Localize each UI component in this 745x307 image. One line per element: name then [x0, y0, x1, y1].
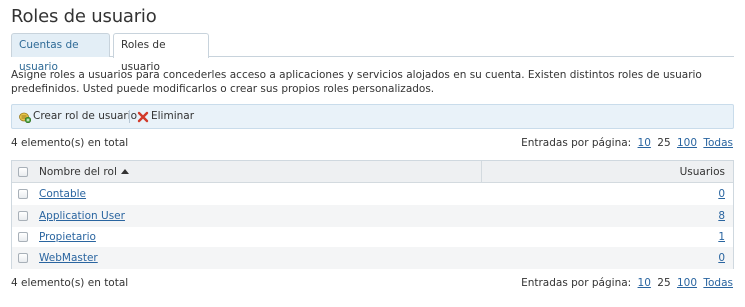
role-name-link[interactable]: Contable — [39, 183, 86, 205]
page-title: Roles de usuario — [11, 6, 157, 27]
table-row: Propietario 1 — [12, 226, 733, 248]
pager-option-all[interactable]: Todas — [703, 137, 733, 149]
row-checkbox[interactable] — [18, 253, 28, 263]
add-role-icon — [19, 112, 31, 123]
pager-label: Entradas por página: — [521, 137, 632, 149]
tab-cuentas-de-usuario[interactable]: Cuentas de usuario — [11, 33, 110, 73]
create-role-button[interactable]: Crear rol de usuario — [19, 105, 137, 128]
delete-x-icon — [137, 111, 149, 123]
pager-label: Entradas por página: — [521, 277, 632, 289]
role-name-link[interactable]: Application User — [39, 205, 125, 227]
select-all-checkbox[interactable] — [18, 167, 28, 177]
role-users-link[interactable]: 0 — [718, 183, 725, 205]
table-row: WebMaster 0 — [12, 247, 733, 269]
pager-option-25-current: 25 — [657, 137, 671, 149]
role-users-link[interactable]: 1 — [718, 226, 725, 248]
tab-bar: Cuentas de usuario Roles de usuario — [11, 33, 734, 73]
toolbar-divider — [129, 110, 130, 123]
sort-ascending-icon — [120, 169, 129, 174]
tab-roles-de-usuario[interactable]: Roles de usuario — [113, 33, 209, 73]
column-header-users[interactable]: Usuarios — [680, 161, 725, 183]
table-row: Contable 0 — [12, 183, 733, 205]
pager-option-100[interactable]: 100 — [677, 277, 697, 289]
row-checkbox[interactable] — [18, 211, 28, 221]
pager-top: Entradas por página: 10 25 100 Todas — [521, 137, 733, 149]
pager-option-25-current: 25 — [657, 277, 671, 289]
roles-table: Nombre del rol Usuarios Contable 0 Appli… — [11, 160, 734, 269]
column-header-role-name[interactable]: Nombre del rol — [39, 161, 129, 183]
page-description: Asigne roles a usuarios para concederles… — [11, 69, 702, 95]
pager-option-10[interactable]: 10 — [638, 137, 651, 149]
pager-option-all[interactable]: Todas — [703, 277, 733, 289]
pager-bottom: Entradas por página: 10 25 100 Todas — [521, 277, 733, 289]
delete-label: Eliminar — [151, 110, 195, 122]
column-header-role-name-label: Nombre del rol — [39, 166, 117, 178]
row-checkbox[interactable] — [18, 189, 28, 199]
table-row: Application User 8 — [12, 205, 733, 227]
role-name-link[interactable]: Propietario — [39, 226, 96, 248]
delete-button[interactable]: Eliminar — [137, 105, 205, 128]
role-name-link[interactable]: WebMaster — [39, 247, 98, 269]
create-role-label: Crear rol de usuario — [33, 110, 138, 122]
toolbar: Crear rol de usuario Eliminar — [11, 104, 734, 129]
role-users-link[interactable]: 8 — [718, 205, 725, 227]
row-checkbox[interactable] — [18, 232, 28, 242]
total-count-bottom: 4 elemento(s) en total — [11, 277, 129, 289]
pager-option-10[interactable]: 10 — [638, 277, 651, 289]
total-count-top: 4 elemento(s) en total — [11, 137, 129, 149]
pager-option-100[interactable]: 100 — [677, 137, 697, 149]
table-header: Nombre del rol Usuarios — [12, 161, 733, 183]
role-users-link[interactable]: 0 — [718, 247, 725, 269]
column-divider — [481, 161, 482, 183]
